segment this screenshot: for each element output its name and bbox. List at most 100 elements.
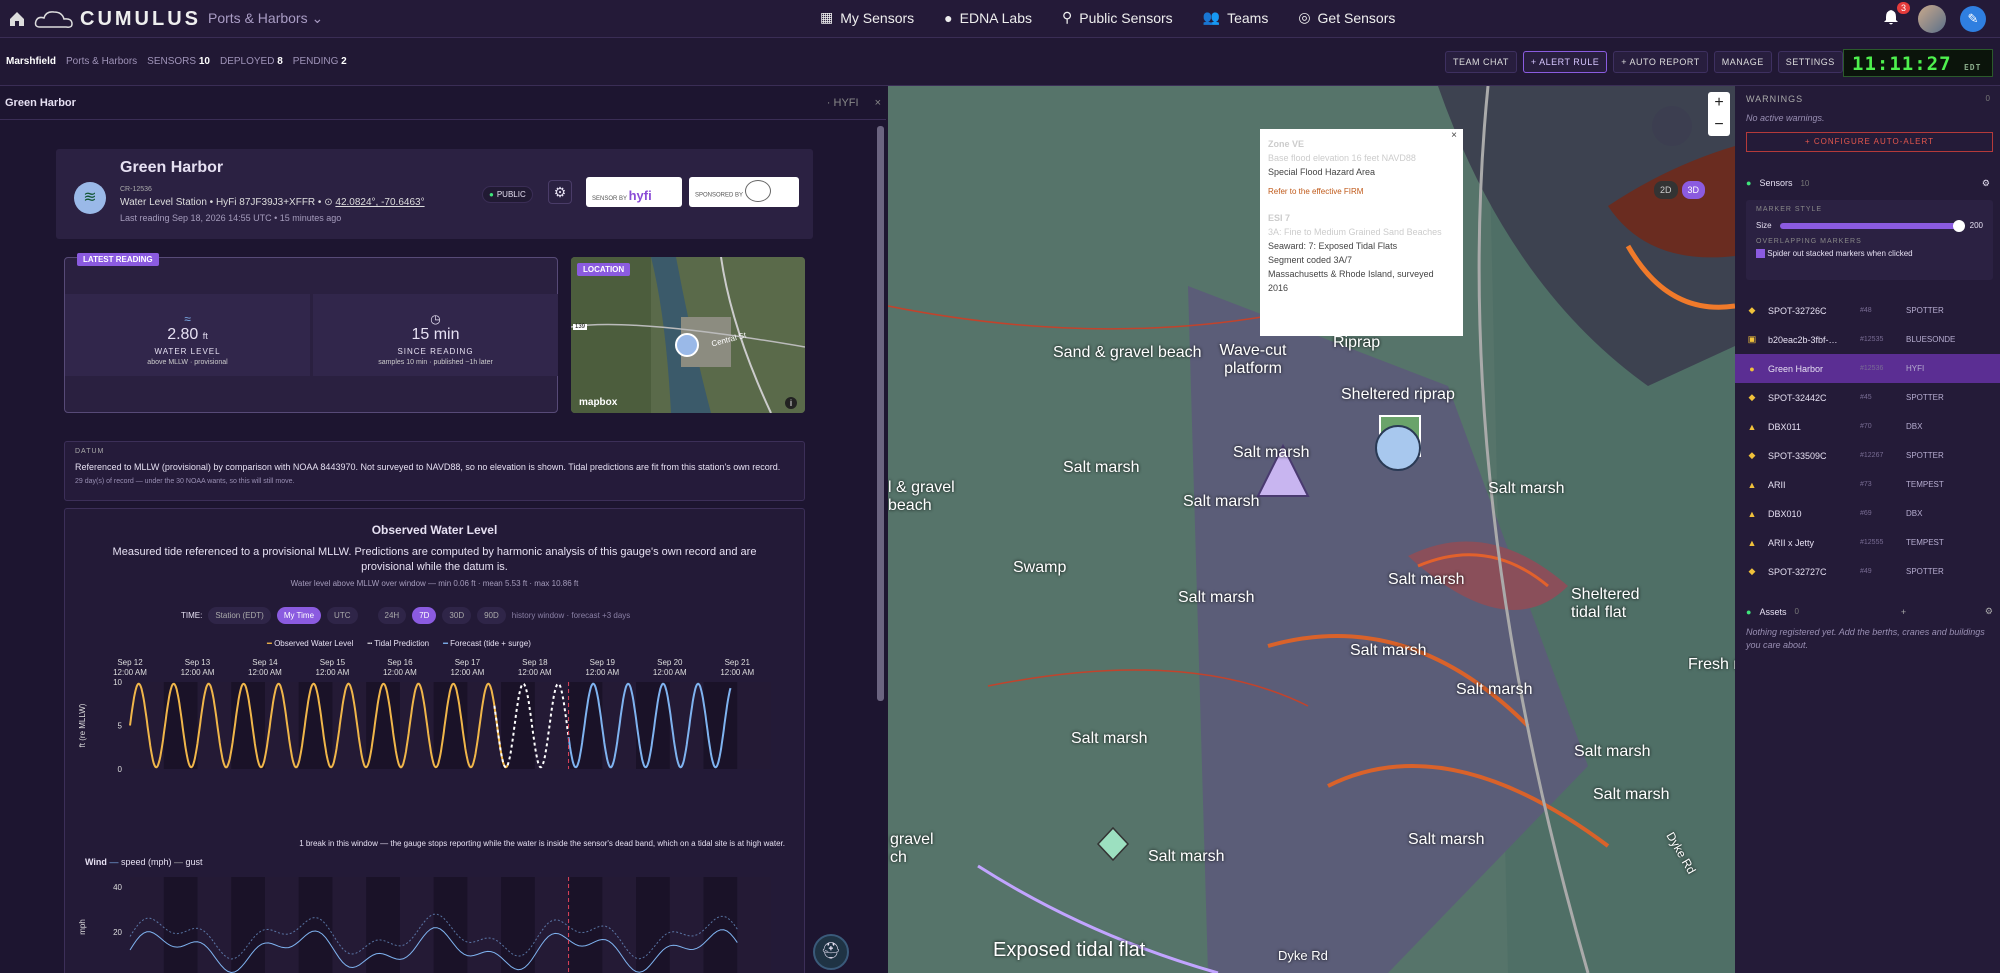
manage-button[interactable]: MANAGE — [1713, 51, 1772, 73]
spider-checkbox[interactable] — [1756, 249, 1765, 259]
time-utc-button[interactable]: UTC — [327, 607, 358, 624]
window-7d-button[interactable]: 7D — [412, 607, 437, 624]
sensor-id: #48 — [1860, 307, 1872, 314]
add-asset-icon[interactable]: + — [1901, 607, 1906, 617]
nav-my-sensors[interactable]: ▦ My Sensors — [820, 9, 914, 26]
night-band — [197, 877, 232, 973]
sensor-list-item[interactable]: ▣ b20eac2b-3fbf-… #12535 BLUESONDE — [1735, 325, 2000, 354]
legend-prediction[interactable]: ┅ Tidal Prediction — [367, 639, 429, 648]
sensor-settings-icon[interactable]: ⚙ — [1982, 178, 1990, 189]
sensor-list-item[interactable]: ▲ ARII #73 TEMPEST — [1735, 470, 2000, 499]
wind-gust-label: gust — [185, 857, 203, 867]
compass-icon[interactable] — [1652, 106, 1692, 146]
team-chat-button[interactable]: TEAM CHAT — [1445, 51, 1517, 73]
water-level-chart[interactable]: Sep 12 12:00 AM Sep 13 12:00 AM Sep 14 12:00 … — [65, 657, 806, 973]
sensor-id: #70 — [1860, 423, 1872, 430]
window-90d-button[interactable]: 90D — [477, 607, 506, 624]
legend-observed[interactable]: ━ Observed Water Level — [267, 639, 353, 648]
sensors-count-label: SENSORS 10 — [147, 56, 210, 67]
close-icon[interactable]: × — [875, 97, 881, 109]
station-coords[interactable]: 42.0824°, -70.6463° — [335, 197, 424, 208]
sponsored-by-badge[interactable]: SPONSORED BY — [689, 177, 799, 207]
gear-icon[interactable]: ⚙ — [548, 180, 572, 204]
public-badge: PUBLIC — [482, 186, 533, 203]
clock-display: 11:11:27 EDT — [1843, 49, 1993, 77]
logo-text: CUMULUS — [80, 8, 201, 30]
notification-badge: 3 — [1896, 2, 1910, 14]
time-station-button[interactable]: Station (EDT) — [208, 607, 271, 624]
popup-firm-link[interactable]: Refer to the effective FIRM — [1268, 185, 1455, 199]
time-my-time-button[interactable]: My Time — [276, 607, 322, 624]
chart-stats: Water level above MLLW over window — min… — [290, 579, 579, 588]
sensor-name: Green Harbor — [1768, 363, 1824, 374]
legend-label: Tidal Prediction — [374, 639, 430, 648]
scrollbar[interactable] — [877, 126, 884, 701]
x-tick-label: Sep 14 12:00 AM — [248, 658, 282, 677]
night-band — [737, 877, 771, 973]
station-name: Green Harbor — [120, 159, 224, 176]
sensors-section-header[interactable]: ● Sensors 10 — [1746, 178, 1809, 188]
value-unit: ft — [202, 331, 208, 341]
night-band — [467, 877, 502, 973]
avatar[interactable] — [1918, 5, 1946, 33]
size-slider[interactable] — [1779, 219, 1965, 232]
nav-edna-labs[interactable]: ● EDNA Labs — [944, 9, 1032, 26]
map-label: Salt marsh — [1183, 493, 1260, 510]
sensor-by-badge[interactable]: SENSOR BY hyfi — [586, 177, 682, 207]
sensor-type-icon: ◆ — [1748, 305, 1756, 315]
night-band — [130, 877, 164, 973]
bell-icon[interactable]: 3 — [1882, 2, 1910, 30]
sensor-list-item[interactable]: ▲ ARII x Jetty #12555 TEMPEST — [1735, 528, 2000, 557]
sensor-list-item[interactable]: ▲ DBX011 #70 DBX — [1735, 412, 2000, 441]
people-icon: 👥 — [1202, 9, 1221, 25]
sensor-list-item[interactable]: ● Green Harbor #12536 HYFI — [1735, 354, 2000, 383]
sensor-by-label: SENSOR BY — [592, 196, 627, 202]
info-icon[interactable]: i — [785, 397, 797, 409]
breadcrumb-org[interactable]: Ports & Harbors — [66, 56, 137, 67]
2d-button[interactable]: 2D — [1654, 181, 1678, 199]
spider-label: Spider out stacked markers when clicked — [1767, 249, 1913, 258]
popup-sfha: Special Flood Hazard Area — [1268, 167, 1376, 177]
workspace-label: Ports & Harbors — [208, 10, 308, 26]
location-map[interactable]: LOCATION mapbox 139 Central St i — [571, 257, 805, 413]
popup-esi: ESI 7 — [1268, 213, 1291, 223]
zoom-in-button[interactable]: + — [1708, 92, 1730, 114]
x-tick-label: Sep 13 12:00 AM — [181, 658, 215, 677]
zoom-out-button[interactable]: − — [1708, 114, 1730, 136]
sensor-list-item[interactable]: ◆ SPOT-32442C #45 SPOTTER — [1735, 383, 2000, 412]
nav-teams[interactable]: 👥 Teams — [1203, 9, 1269, 26]
night-band — [534, 682, 569, 769]
sensor-list-item[interactable]: ▲ DBX010 #69 DBX — [1735, 499, 2000, 528]
auto-report-button[interactable]: + AUTO REPORT — [1613, 51, 1708, 73]
window-30d-button[interactable]: 30D — [442, 607, 472, 624]
nav-label: My Sensors — [840, 9, 915, 26]
sensor-list-item[interactable]: ◆ SPOT-32727C #49 SPOTTER — [1735, 557, 2000, 586]
asset-settings-icon[interactable]: ⚙ — [1985, 606, 1993, 617]
stat-value: 10 — [198, 56, 210, 67]
workspace-switcher[interactable]: Ports & Harbors ⌄ — [208, 10, 323, 27]
assistant-button[interactable]: ⛑ — [813, 934, 849, 970]
assets-section-header[interactable]: ● Assets 0 + ⚙ — [1746, 606, 1993, 617]
sensor-name: SPOT-33509C — [1768, 450, 1827, 461]
alert-rule-button[interactable]: + ALERT RULE — [1522, 51, 1608, 73]
sensor-list-item[interactable]: ◆ SPOT-33509C #12267 SPOTTER — [1735, 441, 2000, 470]
configure-auto-alert-button[interactable]: + CONFIGURE AUTO-ALERT — [1746, 132, 1993, 152]
breadcrumb-site[interactable]: Marshfield — [6, 56, 56, 67]
settings-button[interactable]: SETTINGS — [1777, 51, 1843, 73]
map-label: Sand & gravel beach — [1053, 344, 1202, 361]
nav-label: EDNA Labs — [959, 9, 1032, 26]
slider-handle[interactable] — [1952, 219, 1965, 232]
wind-legend: Wind — speed (mph) — gust — [85, 857, 203, 867]
nav-get-sensors[interactable]: ◎ Get Sensors — [1298, 9, 1395, 26]
app-logo[interactable]: CUMULUS — [34, 8, 201, 31]
sensor-list-item[interactable]: ◆ SPOT-32726C #48 SPOTTER — [1735, 296, 2000, 325]
home-icon[interactable] — [8, 10, 26, 28]
panel-tag: · HYFI — [826, 96, 859, 109]
nav-public-sensors[interactable]: ⚲ Public Sensors — [1062, 9, 1173, 26]
window-24h-button[interactable]: 24H — [377, 607, 407, 624]
3d-button[interactable]: 3D — [1681, 181, 1706, 199]
legend-forecast[interactable]: ━ Forecast (tide + surge) — [443, 639, 531, 648]
since-reading-box: ◷ 15 min SINCE READING samples 10 min · p… — [313, 294, 558, 376]
edit-button[interactable]: ✎ — [1960, 6, 1986, 32]
close-icon[interactable]: × — [1451, 129, 1457, 143]
